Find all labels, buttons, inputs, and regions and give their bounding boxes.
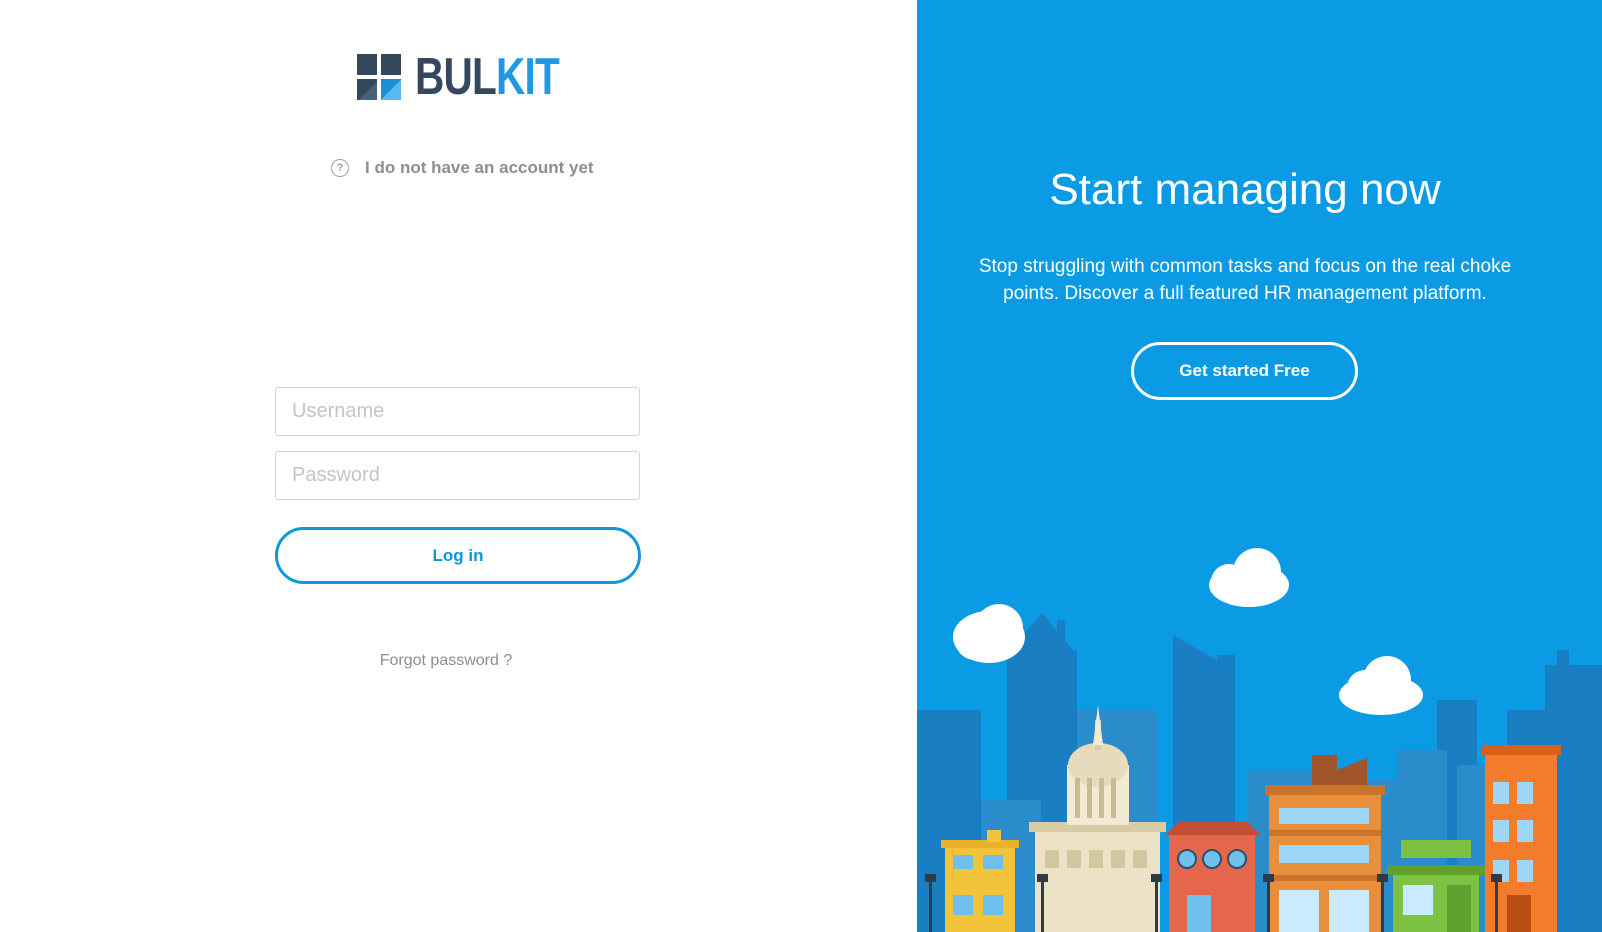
username-input[interactable]: [275, 387, 640, 436]
promo-description: Stop struggling with common tasks and fo…: [978, 256, 1512, 304]
city-illustration: [917, 548, 1602, 932]
no-account-label: I do not have an account yet: [365, 158, 594, 177]
logo-mark-icon: [357, 54, 401, 100]
promo-title: Start managing now: [1049, 165, 1441, 214]
login-panel: BULKIT ? I do not have an account yet Lo…: [0, 0, 917, 932]
promo-panel: Start managing now Stop struggling with …: [917, 0, 1602, 932]
no-account-link[interactable]: ? I do not have an account yet: [331, 158, 594, 178]
logo-wordmark: BULKIT: [415, 51, 560, 103]
password-input[interactable]: [275, 451, 640, 500]
forgot-password-link[interactable]: Forgot password ?: [275, 652, 617, 670]
bulkit-logo[interactable]: BULKIT: [357, 51, 600, 103]
login-button[interactable]: Log in: [275, 527, 641, 584]
logo-wordmark-part2: KIT: [496, 48, 560, 106]
question-circle-icon: ?: [331, 159, 349, 177]
logo-wordmark-part1: BUL: [415, 48, 497, 106]
get-started-button[interactable]: Get started Free: [1131, 342, 1358, 400]
